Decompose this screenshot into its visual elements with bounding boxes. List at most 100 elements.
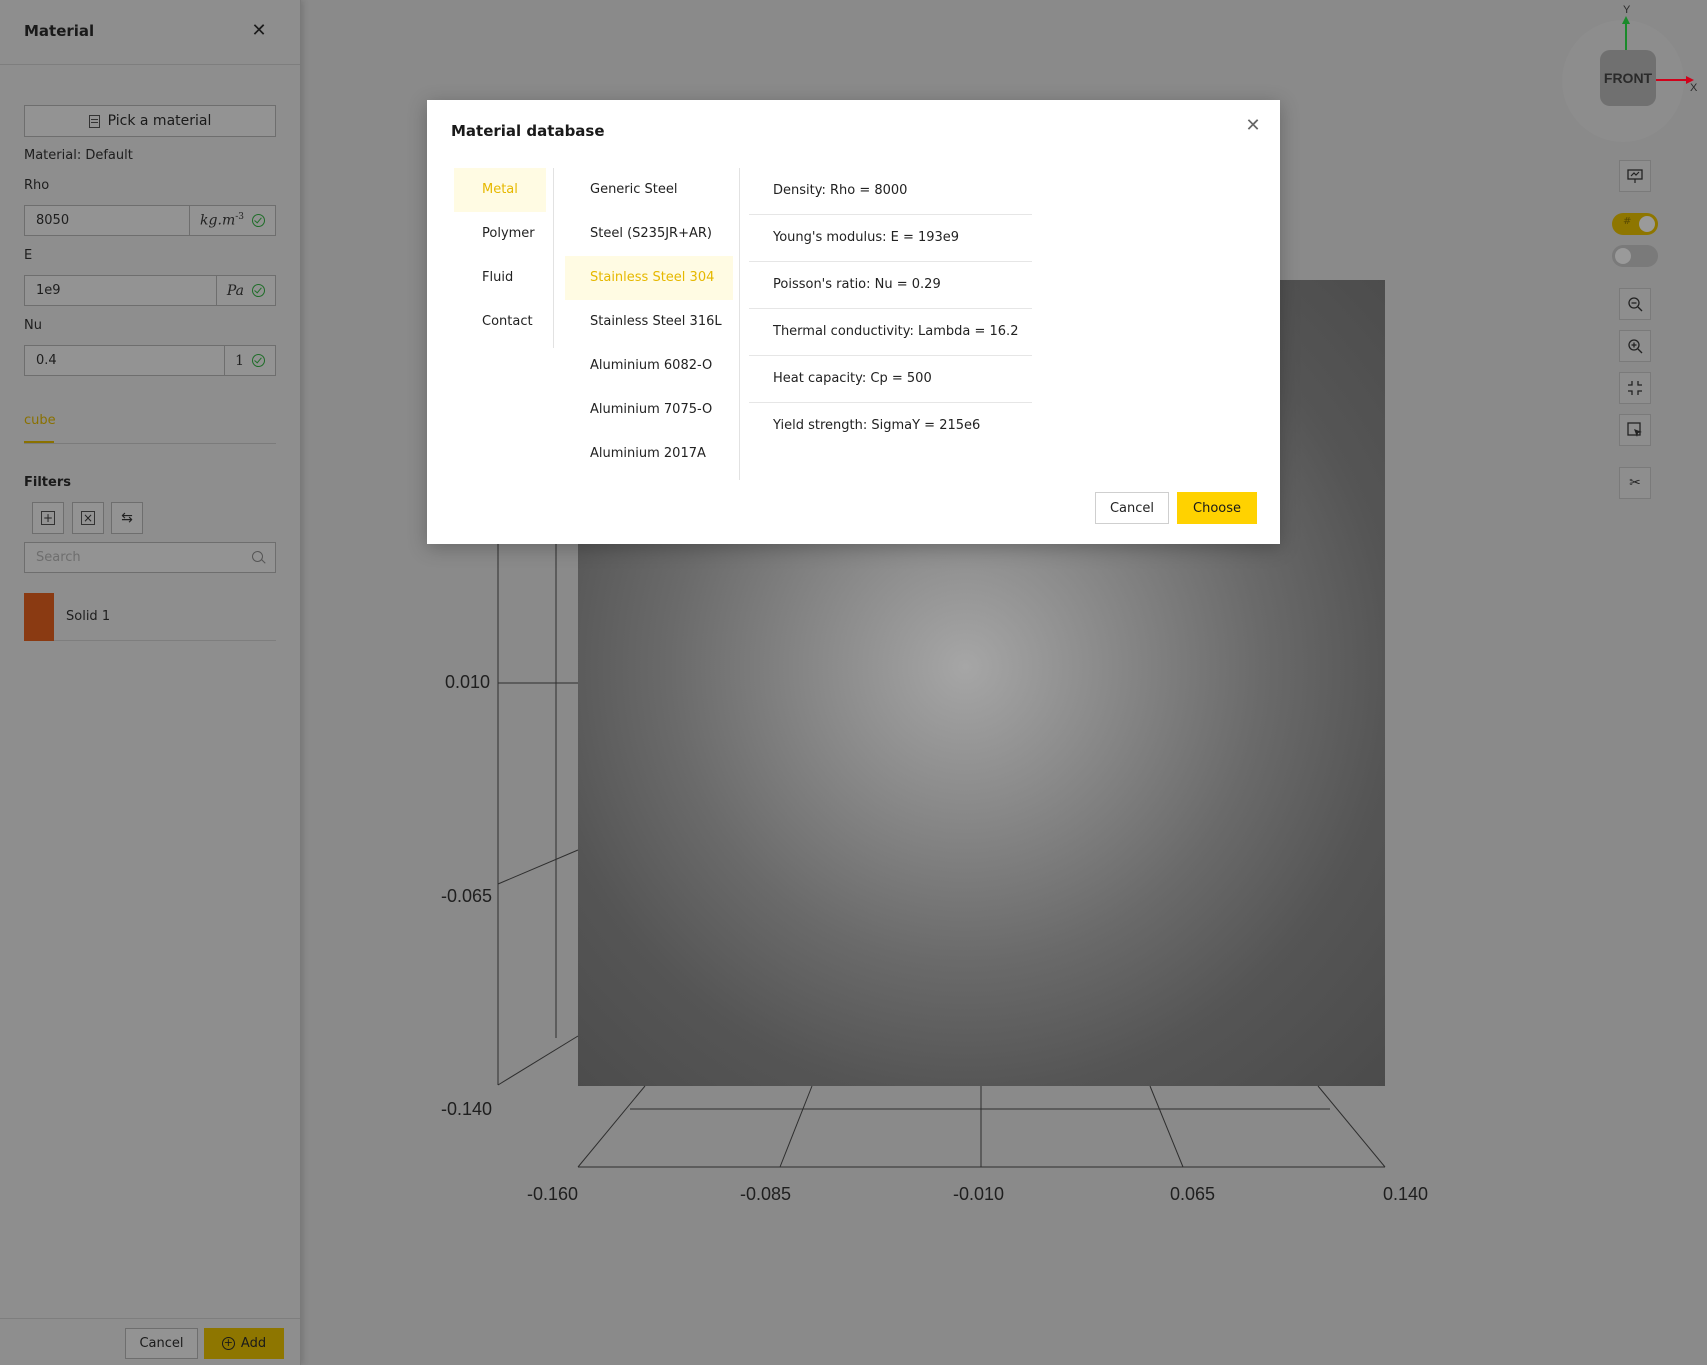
x-tick-label: 0.065 — [1170, 1184, 1216, 1204]
material-sidebar: Material ✕ Pick a material Material: Def… — [0, 0, 301, 1365]
valid-check-icon — [252, 214, 265, 227]
e-unit: Pa — [215, 276, 275, 305]
category-list: Metal Polymer Fluid Contact — [454, 168, 554, 348]
view-toggle[interactable] — [1612, 245, 1658, 267]
rho-label: Rho — [24, 178, 50, 193]
property-row: Heat capacity: Cp = 500 — [749, 356, 1032, 403]
category-item-metal[interactable]: Metal — [454, 168, 546, 212]
x-grid-2 — [779, 1085, 813, 1168]
material-item[interactable]: Steel (S235JR+AR) — [565, 212, 739, 256]
y-axis-diagonal-mid — [497, 849, 579, 885]
material-database-dialog: Material database ✕ Metal Polymer Fluid … — [427, 100, 1280, 544]
search-field[interactable] — [24, 542, 276, 573]
nu-unit-text: 1 — [235, 352, 244, 369]
search-input[interactable] — [25, 543, 235, 572]
unselect-all-button[interactable]: × — [72, 502, 104, 534]
zoom-out-icon — [1628, 297, 1643, 312]
solid-name: Solid 1 — [66, 609, 111, 624]
y-axis-diagonal-bottom — [497, 1035, 579, 1086]
valid-check-icon — [252, 354, 265, 367]
gizmo-y-label: Y — [1623, 4, 1631, 16]
list-icon — [88, 114, 100, 128]
x-tick-label: -0.085 — [740, 1184, 792, 1204]
category-item-polymer[interactable]: Polymer — [454, 212, 553, 256]
nu-unit: 1 — [224, 346, 275, 375]
plus-circle-icon: + — [221, 1336, 235, 1350]
pick-material-label: Pick a material — [107, 113, 212, 129]
y-tick-label: -0.140 — [441, 1099, 493, 1119]
material-item[interactable]: Stainless Steel 316L — [565, 300, 739, 344]
plus-square-icon: + — [41, 511, 55, 525]
grid-toggle[interactable]: # — [1612, 213, 1658, 235]
sidebar-footer: Cancel + Add — [0, 1318, 300, 1365]
scissors-icon: ✂ — [1629, 475, 1641, 491]
x-tick-label: -0.010 — [953, 1184, 1005, 1204]
property-row: Young's modulus: E = 193e9 — [749, 215, 1032, 262]
list-item[interactable]: Solid 1 — [24, 592, 276, 641]
e-label: E — [24, 248, 33, 263]
nu-value[interactable]: 0.4 — [25, 346, 224, 375]
close-icon[interactable]: ✕ — [1244, 117, 1262, 135]
tab-active-indicator — [24, 441, 54, 443]
e-value[interactable]: 1e9 — [25, 276, 216, 305]
nu-field[interactable]: 0.4 1 — [24, 345, 276, 376]
invert-selection-button[interactable]: ⇆ — [111, 502, 143, 534]
property-row: Thermal conductivity: Lambda = 16.2 — [749, 309, 1032, 356]
property-row: Density: Rho = 8000 — [749, 168, 1032, 215]
screenshot-button[interactable] — [1619, 160, 1651, 192]
add-label: Add — [240, 1336, 267, 1351]
view-cube-front[interactable]: FRONT — [1600, 50, 1656, 106]
add-button[interactable]: + Add — [204, 1328, 284, 1359]
grid-toggle-label: # — [1623, 216, 1632, 227]
property-row: Yield strength: SigmaY = 215e6 — [773, 418, 981, 433]
orientation-gizmo[interactable]: FRONT Y X — [1560, 4, 1698, 145]
x-grid-4 — [1149, 1085, 1184, 1168]
rho-unit: kg.m-3 — [189, 206, 275, 235]
sidebar-header: Material ✕ — [0, 0, 300, 65]
tab-cube[interactable]: cube — [24, 413, 56, 428]
select-all-button[interactable]: + — [32, 502, 64, 534]
rho-field[interactable]: 8050 kg.m-3 — [24, 205, 276, 236]
category-item-fluid[interactable]: Fluid — [454, 256, 553, 300]
rho-unit-text: kg.m — [200, 212, 236, 229]
compress-icon — [1628, 381, 1642, 395]
toggle-knob — [1615, 248, 1631, 264]
select-region-button[interactable] — [1619, 414, 1651, 446]
gizmo-x-label: X — [1690, 82, 1698, 94]
cancel-button[interactable]: Cancel — [125, 1328, 198, 1359]
category-item-contact[interactable]: Contact — [454, 300, 553, 344]
property-row: Poisson's ratio: Nu = 0.29 — [749, 262, 1032, 309]
x-tick-label: -0.160 — [527, 1184, 579, 1204]
search-icon — [252, 551, 263, 562]
sidebar-title: Material — [24, 22, 95, 40]
material-item-selected[interactable]: Stainless Steel 304 — [565, 256, 733, 300]
material-item[interactable]: Aluminium 2017A — [565, 432, 739, 476]
x-grid-5 — [1317, 1085, 1386, 1168]
presentation-icon — [1627, 169, 1643, 183]
x-tick-label: 0.140 — [1383, 1184, 1429, 1204]
e-unit-text: Pa — [226, 282, 244, 299]
e-field[interactable]: 1e9 Pa — [24, 275, 276, 306]
rho-value[interactable]: 8050 — [25, 206, 189, 235]
x-grid-1 — [577, 1085, 646, 1168]
rho-unit-exponent: -3 — [235, 212, 244, 223]
close-icon[interactable]: ✕ — [250, 22, 268, 40]
swap-arrows-icon: ⇆ — [121, 510, 133, 526]
y-tick-label: -0.065 — [441, 886, 493, 906]
material-item[interactable]: Aluminium 7075-O — [565, 388, 739, 432]
cut-button[interactable]: ✂ — [1619, 467, 1651, 499]
valid-check-icon — [252, 284, 265, 297]
material-properties: Density: Rho = 8000 Young's modulus: E =… — [749, 168, 1032, 450]
pick-material-button[interactable]: Pick a material — [24, 105, 276, 137]
toggle-knob — [1639, 216, 1655, 232]
fit-view-button[interactable] — [1619, 372, 1651, 404]
material-item[interactable]: Aluminium 6082-O — [565, 344, 739, 388]
zoom-out-button[interactable] — [1619, 288, 1651, 320]
cancel-button[interactable]: Cancel — [1095, 492, 1169, 524]
material-name-label: Material: Default — [24, 148, 133, 163]
y-tick-label: 0.010 — [445, 672, 491, 692]
choose-button[interactable]: Choose — [1177, 492, 1257, 524]
zoom-in-button[interactable] — [1619, 330, 1651, 362]
dialog-title: Material database — [451, 122, 605, 140]
material-item[interactable]: Generic Steel — [565, 168, 739, 212]
